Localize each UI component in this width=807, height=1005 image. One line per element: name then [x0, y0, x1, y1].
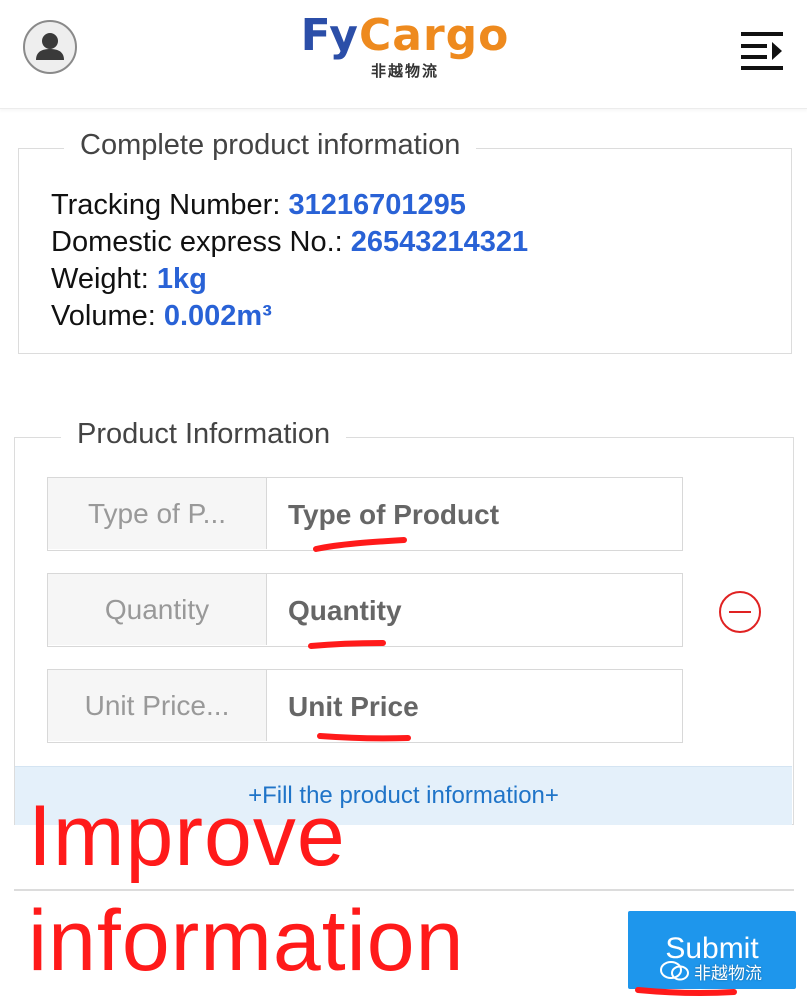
logo-cargo: Cargo: [358, 10, 510, 61]
remove-item-icon[interactable]: [719, 591, 761, 633]
wechat-icon: [660, 961, 689, 981]
express-label: Domestic express No.:: [51, 226, 351, 258]
weight-value: 1kg: [156, 263, 207, 295]
brand-logo[interactable]: FyCargo 非越物流: [300, 10, 510, 81]
underline-mark: [635, 987, 737, 997]
volume-value: 0.002m³: [163, 300, 272, 332]
underline-mark: [308, 640, 386, 649]
header: FyCargo 非越物流: [0, 0, 807, 109]
weight-label: Weight:: [51, 263, 157, 295]
watermark-text: 非越物流: [694, 963, 762, 984]
volume-label: Volume:: [51, 300, 164, 332]
weight-row: Weight: 1kg: [51, 261, 528, 298]
underline-mark: [313, 537, 407, 552]
user-avatar-icon[interactable]: [23, 20, 77, 74]
tracking-value: 31216701295: [288, 189, 466, 221]
annotation-improve: Improve: [28, 788, 346, 884]
logo-fy: Fy: [300, 10, 359, 61]
complete-info-section: Complete product information Tracking Nu…: [18, 129, 792, 354]
underline-mark: [317, 733, 411, 742]
tracking-label: Tracking Number:: [51, 189, 289, 221]
info-lines: Tracking Number: 31216701295 Domestic ex…: [51, 187, 528, 335]
type-of-product-label: Type of P...: [48, 478, 267, 549]
annotation-information: information: [28, 893, 465, 989]
express-number-row: Domestic express No.: 26543214321: [51, 224, 528, 261]
quantity-label: Quantity: [48, 574, 267, 645]
logo-subtitle: 非越物流: [370, 62, 439, 80]
section-legend: Product Information: [61, 418, 347, 451]
section-legend: Complete product information: [64, 129, 477, 162]
menu-collapse-icon[interactable]: [740, 30, 784, 70]
product-info-section: Product Information Type of P... Type of…: [14, 418, 794, 825]
tracking-number-row: Tracking Number: 31216701295: [51, 187, 528, 224]
unit-price-label: Unit Price...: [48, 670, 267, 741]
express-value: 26543214321: [350, 226, 529, 258]
divider: [14, 889, 794, 891]
watermark: 非越物流: [660, 956, 762, 986]
volume-row: Volume: 0.002m³: [51, 298, 528, 335]
